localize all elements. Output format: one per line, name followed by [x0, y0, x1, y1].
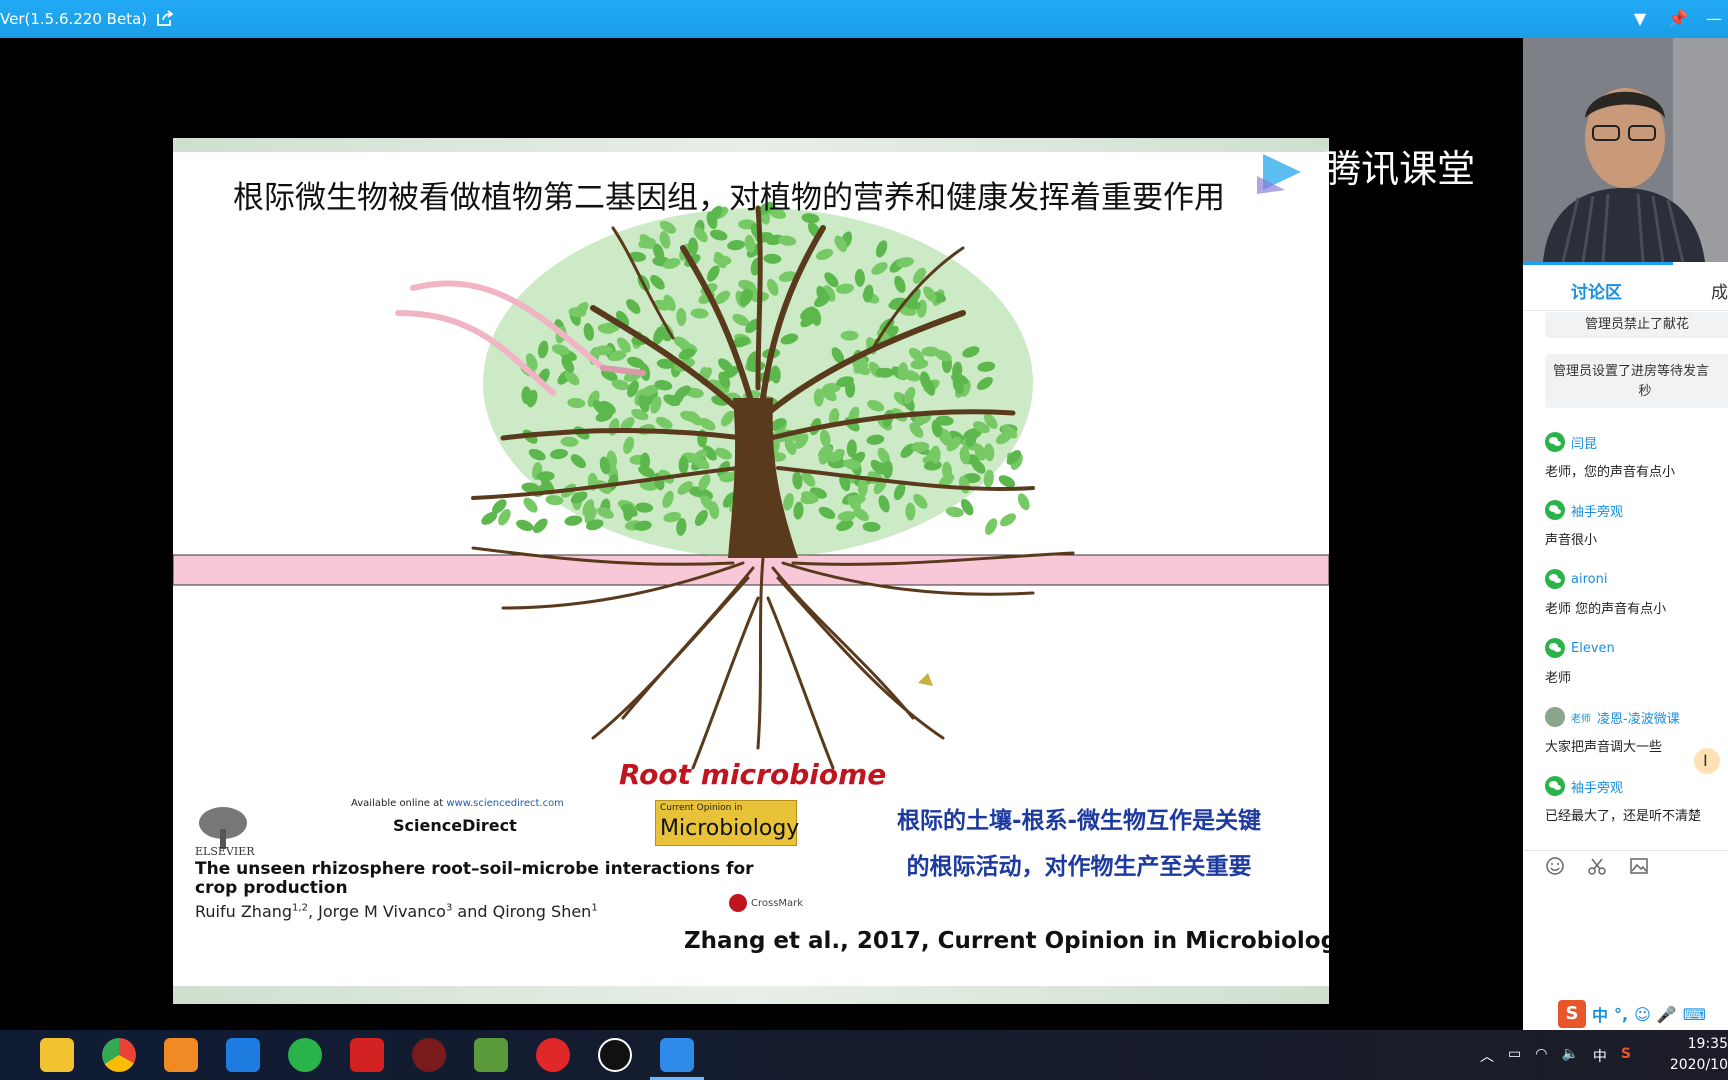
leaf: [984, 518, 998, 535]
available-online: Available online at www.sciencedirect.co…: [351, 798, 564, 809]
chat-message: 袖手旁观 声音很小: [1545, 500, 1728, 548]
notepad-icon[interactable]: [474, 1038, 508, 1072]
youdao-icon[interactable]: [350, 1038, 384, 1072]
paper-title: The unseen rhizosphere root–soil–microbe…: [195, 859, 754, 898]
pin-icon[interactable]: 📌: [1666, 7, 1690, 31]
wechat-icon: [1545, 500, 1565, 520]
leaf: [1017, 493, 1030, 511]
system-tray: ︿ ▭ ◠ 🔈 中 S: [1480, 1046, 1631, 1066]
version-label: Ver(1.5.6.220 Beta): [0, 10, 148, 28]
leaf: [857, 478, 868, 497]
system-message: 管理员禁止了献花: [1545, 312, 1728, 338]
scihub-icon[interactable]: [412, 1038, 446, 1072]
chat-toolbar: [1545, 856, 1649, 882]
system-message: 管理员设置了进房等待发言 秒: [1545, 354, 1728, 408]
taskbar: ︿ ▭ ◠ 🔈 中 S 19:35 2020/10: [0, 1030, 1728, 1080]
volume-icon[interactable]: 🔈: [1561, 1046, 1578, 1066]
file-explorer-icon[interactable]: [40, 1038, 74, 1072]
sogou-tray-icon[interactable]: S: [1621, 1046, 1631, 1066]
emoji-icon[interactable]: [1545, 856, 1565, 876]
minimize-icon[interactable]: —: [1702, 7, 1726, 31]
sogou-logo-icon[interactable]: S: [1558, 1000, 1586, 1028]
tab-members[interactable]: 成: [1711, 278, 1728, 303]
sciencedirect-label: ScienceDirect: [393, 816, 517, 835]
chat-message: Eleven 老师: [1545, 638, 1728, 686]
slide-bottom-band: [173, 986, 1329, 1004]
crossmark-badge: CrossMark: [729, 894, 803, 912]
chat-message: 闫昆 老师，您的声音有点小: [1545, 432, 1728, 480]
sidebar: 讨论区 成 管理员禁止了献花 管理员设置了进房等待发言 秒 闫昆 老师，您的声音…: [1523, 38, 1728, 1030]
active-tab-indicator: [1523, 262, 1673, 265]
battery-icon[interactable]: ▭: [1508, 1046, 1521, 1066]
ime-emoji-icon[interactable]: ☺: [1634, 1005, 1651, 1024]
wechat-icon: [1545, 432, 1565, 452]
share-icon[interactable]: [156, 9, 174, 27]
chevron-up-icon[interactable]: ︿: [1480, 1046, 1494, 1066]
ime-keyboard-icon[interactable]: ⌨: [1683, 1005, 1706, 1024]
image-icon[interactable]: [1629, 856, 1649, 876]
teacher-badge: 老师: [1571, 713, 1591, 725]
mouse-cursor-highlight: [1694, 748, 1720, 774]
presentation-slide: 根际微生物被看做植物第二基因组，对植物的营养和健康发挥着重要作用 Root mi…: [173, 138, 1329, 1004]
scissors-icon[interactable]: [1587, 856, 1607, 876]
ime-punctuation[interactable]: °,: [1614, 1005, 1628, 1024]
ime-mic-icon[interactable]: 🎤: [1657, 1005, 1677, 1024]
teacher-camera-video: [1523, 38, 1728, 262]
root-microbiome-label: Root microbiome: [619, 758, 887, 791]
avatar: [1545, 707, 1565, 727]
tray-lang[interactable]: 中: [1593, 1046, 1607, 1066]
qq-icon[interactable]: [598, 1038, 632, 1072]
chat-message: 袖手旁观 已经最大了，还是听不清楚: [1545, 776, 1728, 824]
wifi-icon[interactable]: ◠: [1535, 1046, 1547, 1066]
crossmark-icon: [729, 894, 747, 912]
play-logo-icon: [1257, 153, 1301, 194]
sidebar-tabs: 讨论区 成: [1523, 262, 1728, 311]
tab-discussion[interactable]: 讨论区: [1571, 278, 1622, 303]
wechat-icon: [1545, 638, 1565, 658]
tencent-classroom-watermark: 腾讯课堂: [1255, 138, 1475, 194]
leaf: [523, 497, 538, 513]
slide-citation: Zhang et al., 2017, Current Opinion in M…: [684, 928, 1329, 954]
slide-chinese-summary: 根际的土壤-根系-微生物互作是关键 的根际活动，对作物生产至关重要: [896, 808, 1262, 880]
leaf: [1000, 513, 1016, 527]
leaf: [840, 330, 859, 341]
title-bar: Ver(1.5.6.220 Beta) ▼ 📌 —: [0, 0, 1728, 38]
leaf: [533, 518, 548, 534]
origin-icon[interactable]: [536, 1038, 570, 1072]
wechat-icon: [1545, 776, 1565, 796]
wechat-icon[interactable]: [288, 1038, 322, 1072]
chat-message: aironi 老师 您的声音有点小: [1545, 569, 1728, 617]
pinned-star-icon[interactable]: [226, 1038, 260, 1072]
chat-divider: [1523, 850, 1728, 851]
ime-mode[interactable]: 中: [1592, 1002, 1608, 1026]
wps-icon[interactable]: [164, 1038, 198, 1072]
screen-share-stage: 根际微生物被看做植物第二基因组，对植物的营养和健康发挥着重要作用 Root mi…: [0, 38, 1523, 1030]
slide-title: 根际微生物被看做植物第二基因组，对植物的营养和健康发挥着重要作用: [233, 180, 1225, 216]
paper-authors: Ruifu Zhang1,2, Jorge M Vivanco3 and Qir…: [195, 902, 598, 921]
wechat-icon: [1545, 569, 1565, 589]
chat-message: 老师 凌恩-凌波微课 大家把声音调大一些: [1545, 707, 1728, 755]
chrome-icon[interactable]: [102, 1038, 136, 1072]
tencent-classroom-icon[interactable]: [650, 1038, 704, 1080]
ime-toolbar: S 中 °, ☺ 🎤 ⌨: [1558, 998, 1728, 1030]
leaf: [516, 519, 534, 532]
elsevier-label: ELSEVIER: [195, 845, 255, 858]
clock[interactable]: 19:35 2020/10: [1668, 1034, 1728, 1076]
journal-logo: Current Opinion in Microbiology: [655, 800, 799, 846]
chevron-down-icon[interactable]: ▼: [1628, 7, 1652, 31]
